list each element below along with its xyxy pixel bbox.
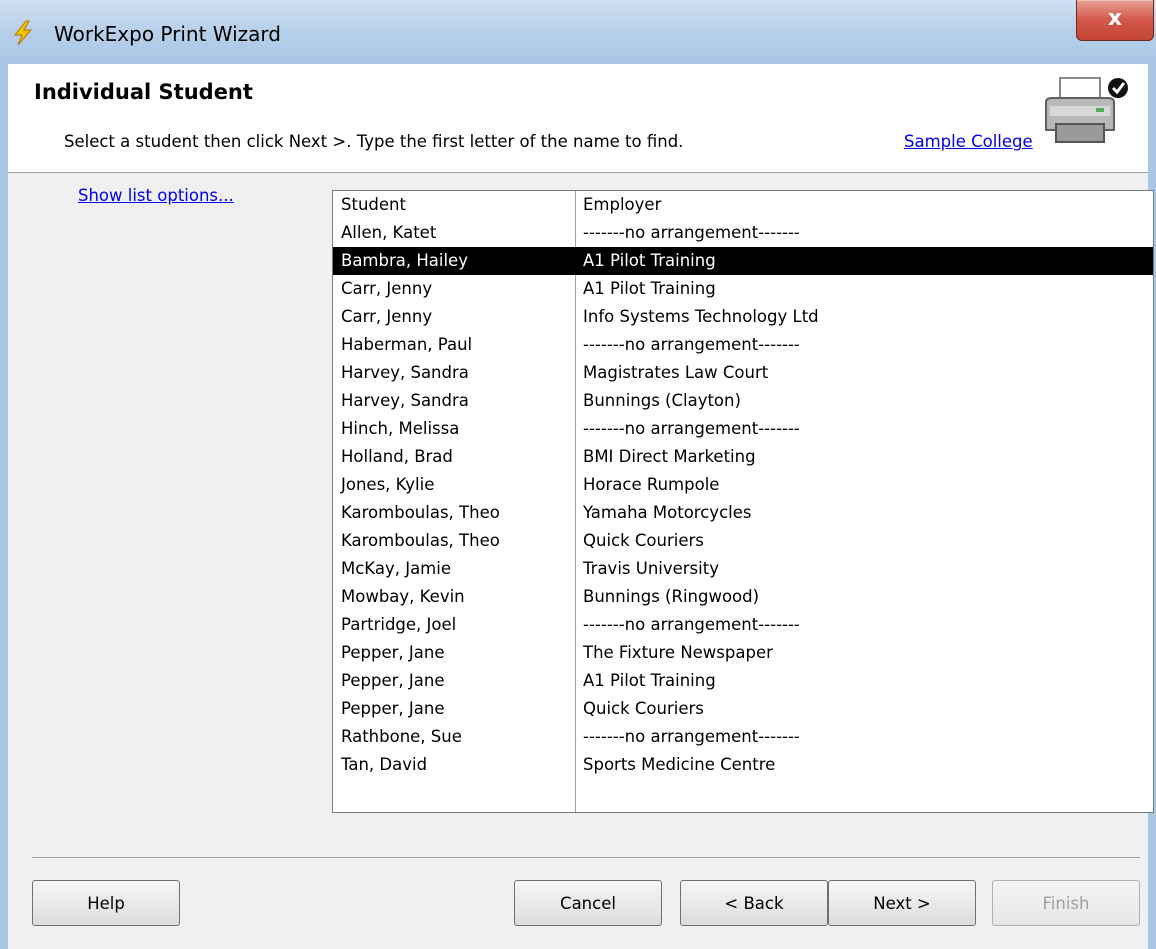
employer-name: A1 Pilot Training: [583, 671, 716, 690]
student-name: Pepper, Jane: [341, 643, 445, 662]
employer-name: Magistrates Law Court: [583, 363, 769, 382]
lightning-bolt-icon: [13, 20, 33, 46]
instructions-text: Select a student then click Next >. Type…: [64, 132, 684, 151]
student-name: Harvey, Sandra: [341, 363, 469, 382]
list-item[interactable]: Karomboulas, Theo Yamaha Motorcycles: [333, 499, 1153, 527]
window-frame-left: [0, 64, 8, 949]
next-button[interactable]: Next >: [828, 880, 976, 926]
student-name: Harvey, Sandra: [341, 391, 469, 410]
list-item[interactable]: Rathbone, Sue -------no arrangement-----…: [333, 723, 1153, 751]
page-title: Individual Student: [34, 80, 253, 104]
footer-separator: [32, 857, 1140, 858]
student-name: Rathbone, Sue: [341, 727, 462, 746]
list-item[interactable]: Partridge, Joel -------no arrangement---…: [333, 611, 1153, 639]
employer-name: Quick Couriers: [583, 699, 704, 718]
employer-name: Info Systems Technology Ltd: [583, 307, 819, 326]
student-name: Pepper, Jane: [341, 671, 445, 690]
student-name: Pepper, Jane: [341, 699, 445, 718]
window-title: WorkExpo Print Wizard: [54, 22, 281, 46]
employer-name: Quick Couriers: [583, 531, 704, 550]
student-name: Carr, Jenny: [341, 307, 433, 326]
column-header-student[interactable]: Student: [341, 195, 406, 214]
list-item[interactable]: Harvey, Sandra Magistrates Law Court: [333, 359, 1153, 387]
list-item[interactable]: Tan, David Sports Medicine Centre: [333, 751, 1153, 779]
employer-name: The Fixture Newspaper: [583, 643, 773, 662]
list-item-selected[interactable]: Bambra, Hailey A1 Pilot Training: [333, 247, 1153, 275]
back-button[interactable]: < Back: [680, 880, 828, 926]
employer-name: -------no arrangement-------: [583, 615, 800, 634]
student-name: Allen, Katet: [341, 223, 437, 242]
student-name: Jones, Kylie: [341, 475, 435, 494]
student-listbox[interactable]: Student Employer Allen, Katet -------no …: [332, 190, 1154, 813]
list-item[interactable]: Karomboulas, Theo Quick Couriers: [333, 527, 1153, 555]
employer-name: -------no arrangement-------: [583, 727, 800, 746]
close-icon: x: [1107, 6, 1123, 31]
employer-name: Bunnings (Clayton): [583, 391, 741, 410]
show-list-options-link[interactable]: Show list options...: [78, 186, 234, 205]
student-name: Hinch, Melissa: [341, 419, 460, 438]
employer-name: A1 Pilot Training: [583, 251, 716, 270]
list-item[interactable]: Allen, Katet -------no arrangement------…: [333, 219, 1153, 247]
printer-check-icon: [1045, 77, 1128, 143]
employer-name: BMI Direct Marketing: [583, 447, 756, 466]
student-name: Karomboulas, Theo: [341, 531, 500, 550]
list-item[interactable]: Hinch, Melissa -------no arrangement----…: [333, 415, 1153, 443]
employer-name: Yamaha Motorcycles: [583, 503, 752, 522]
student-name: Tan, David: [341, 755, 428, 774]
wizard-header: Individual Student Select a student then…: [8, 64, 1148, 173]
employer-name: Sports Medicine Centre: [583, 755, 776, 774]
employer-name: Travis University: [583, 559, 719, 578]
list-header: Student Employer: [333, 191, 1153, 219]
column-header-employer[interactable]: Employer: [583, 195, 661, 214]
list-item[interactable]: Harvey, Sandra Bunnings (Clayton): [333, 387, 1153, 415]
title-bar[interactable]: WorkExpo Print Wizard x: [0, 0, 1156, 65]
student-name: Bambra, Hailey: [341, 251, 468, 270]
student-name: Carr, Jenny: [341, 279, 433, 298]
student-name: Mowbay, Kevin: [341, 587, 465, 606]
employer-name: -------no arrangement-------: [583, 335, 800, 354]
list-item[interactable]: Haberman, Paul -------no arrangement----…: [333, 331, 1153, 359]
college-link[interactable]: Sample College: [904, 132, 1033, 151]
list-item[interactable]: Mowbay, Kevin Bunnings (Ringwood): [333, 583, 1153, 611]
student-name: Haberman, Paul: [341, 335, 473, 354]
student-name: Partridge, Joel: [341, 615, 457, 634]
employer-name: A1 Pilot Training: [583, 279, 716, 298]
list-item[interactable]: Jones, Kylie Horace Rumpole: [333, 471, 1153, 499]
list-item[interactable]: Pepper, Jane The Fixture Newspaper: [333, 639, 1153, 667]
employer-name: -------no arrangement-------: [583, 223, 800, 242]
student-name: McKay, Jamie: [341, 559, 451, 578]
list-item[interactable]: Pepper, Jane A1 Pilot Training: [333, 667, 1153, 695]
list-item[interactable]: Carr, Jenny A1 Pilot Training: [333, 275, 1153, 303]
list-item[interactable]: Carr, Jenny Info Systems Technology Ltd: [333, 303, 1153, 331]
list-item[interactable]: McKay, Jamie Travis University: [333, 555, 1153, 583]
employer-name: Horace Rumpole: [583, 475, 720, 494]
employer-name: Bunnings (Ringwood): [583, 587, 760, 606]
cancel-button[interactable]: Cancel: [514, 880, 662, 926]
student-name: Holland, Brad: [341, 447, 453, 466]
close-button[interactable]: x: [1076, 0, 1154, 41]
employer-name: -------no arrangement-------: [583, 419, 800, 438]
list-item[interactable]: Pepper, Jane Quick Couriers: [333, 695, 1153, 723]
student-name: Karomboulas, Theo: [341, 503, 500, 522]
list-item[interactable]: Holland, Brad BMI Direct Marketing: [333, 443, 1153, 471]
finish-button[interactable]: Finish: [992, 880, 1140, 926]
help-button[interactable]: Help: [32, 880, 180, 926]
